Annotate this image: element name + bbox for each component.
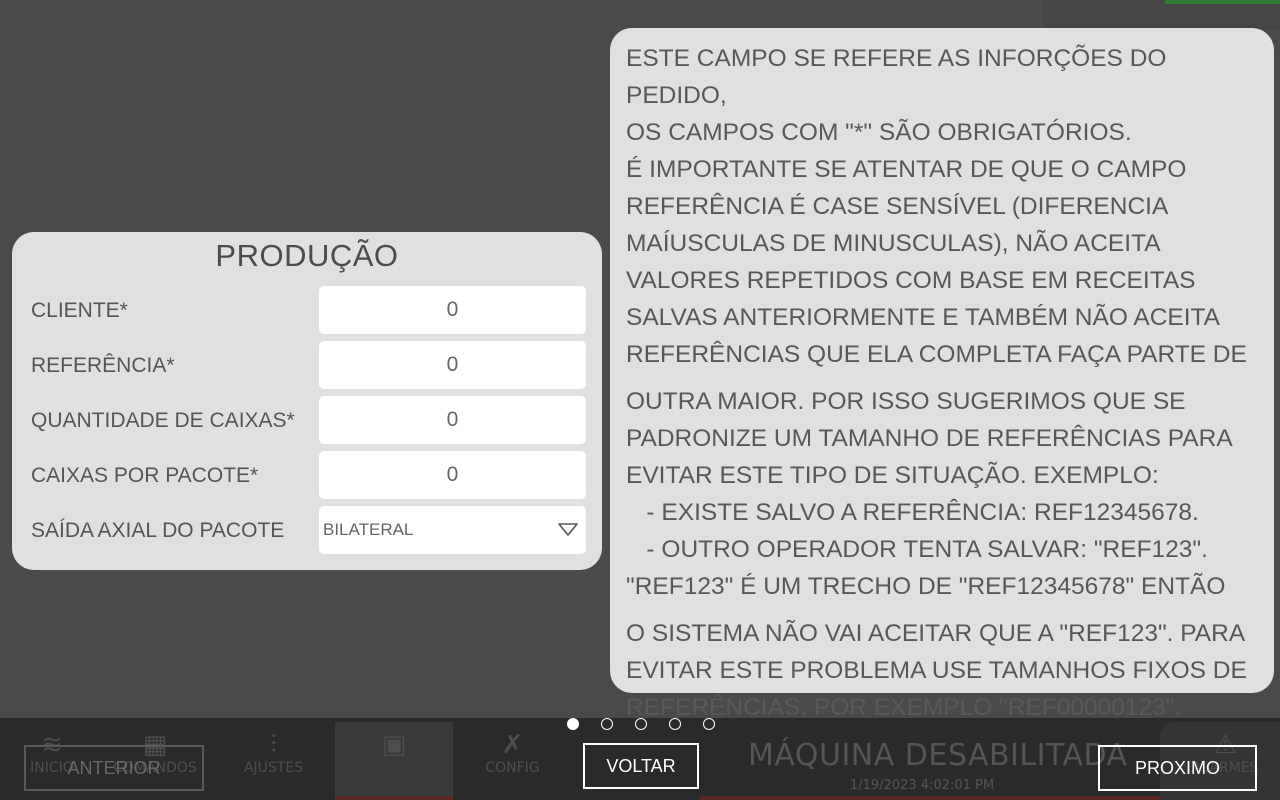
- pager-dot-1[interactable]: [567, 718, 579, 730]
- saida-axial-value: BILATERAL: [323, 520, 414, 539]
- machine-icon: ▣: [381, 730, 407, 760]
- field-row-saida-axial: SAÍDA AXIAL DO PACOTE BILATERAL: [12, 506, 602, 554]
- help-text-card: ESTE CAMPO SE REFERE AS INFORÇÕES DO PED…: [610, 28, 1274, 721]
- previous-button[interactable]: ANTERIOR: [24, 745, 204, 791]
- nav-item-ajustes[interactable]: ⫶ AJUSTES: [236, 730, 311, 776]
- caixas-pacote-label: CAIXAS POR PACOTE*: [31, 464, 259, 487]
- field-row-caixas-pacote: CAIXAS POR PACOTE*: [12, 451, 602, 499]
- pager-dot-4[interactable]: [669, 718, 681, 730]
- saida-axial-label: SAÍDA AXIAL DO PACOTE: [31, 519, 285, 542]
- production-card: PRODUÇÃO CLIENTE* REFERÊNCIA* QUANTIDADE…: [12, 232, 602, 570]
- machine-status: MÁQUINA DESABILITADA: [748, 738, 1128, 773]
- quantidade-caixas-label: QUANTIDADE DE CAIXAS*: [31, 409, 295, 432]
- cliente-label: CLIENTE*: [31, 299, 128, 322]
- help-paragraph-1: ESTE CAMPO SE REFERE AS INFORÇÕES DO PED…: [626, 45, 1247, 368]
- field-row-quantidade: QUANTIDADE DE CAIXAS*: [12, 396, 602, 444]
- nav-item-machine[interactable]: ▣: [364, 730, 424, 760]
- field-row-cliente: CLIENTE*: [12, 286, 602, 334]
- status-timestamp: 1/19/2023 4:02:01 PM: [850, 778, 995, 793]
- quantidade-caixas-input[interactable]: [319, 396, 586, 444]
- nav-item-config[interactable]: ✗ CONFIG: [475, 730, 550, 776]
- back-button[interactable]: VOLTAR: [583, 743, 699, 789]
- referencia-input[interactable]: [319, 341, 586, 389]
- pager-dot-2[interactable]: [601, 718, 613, 730]
- sliders-icon: ⫶: [270, 730, 277, 760]
- pager-dot-3[interactable]: [635, 718, 647, 730]
- saida-axial-select[interactable]: BILATERAL: [319, 506, 586, 554]
- next-button[interactable]: PROXIMO: [1098, 745, 1257, 791]
- chevron-down-icon: [558, 523, 578, 536]
- status-accent-bar: [1165, 0, 1280, 4]
- pager-dot-5[interactable]: [703, 718, 715, 730]
- status-red-line: [700, 796, 1170, 800]
- referencia-label: REFERÊNCIA*: [31, 354, 175, 377]
- caixas-pacote-input[interactable]: [319, 451, 586, 499]
- top-right-panel: [1043, 0, 1280, 30]
- help-paragraph-3: O SISTEMA NÃO VAI ACEITAR QUE A "REF123"…: [626, 620, 1247, 721]
- tools-icon: ✗: [501, 730, 524, 760]
- production-title: PRODUÇÃO: [215, 238, 399, 273]
- nav-label-ajustes: AJUSTES: [243, 760, 304, 776]
- help-paragraph-2: OUTRA MAIOR. POR ISSO SUGERIMOS QUE SE P…: [626, 388, 1233, 600]
- field-row-referencia: REFERÊNCIA*: [12, 341, 602, 389]
- cliente-input[interactable]: [319, 286, 586, 334]
- nav-label-config: CONFIG: [485, 760, 540, 776]
